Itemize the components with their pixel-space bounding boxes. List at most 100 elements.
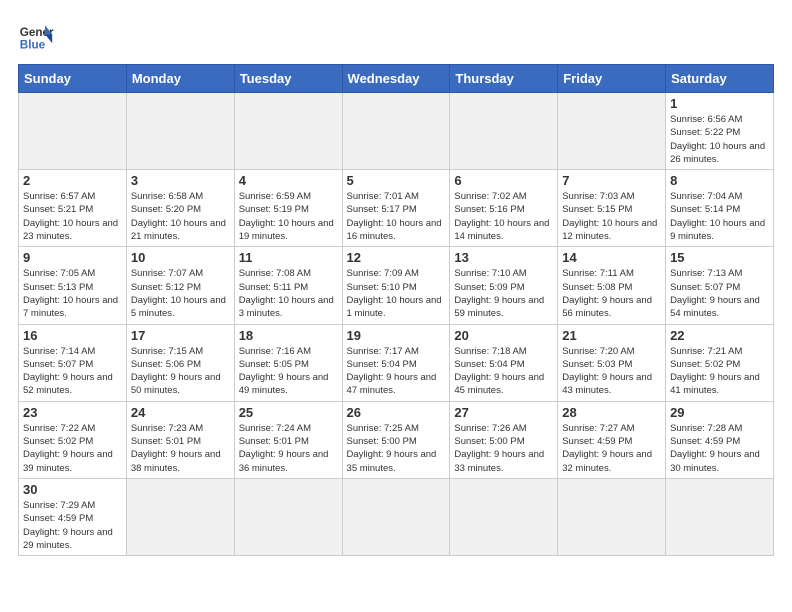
calendar-cell: 2Sunrise: 6:57 AM Sunset: 5:21 PM Daylig… [19, 170, 127, 247]
calendar-cell: 30 Sunrise: 7:29 AM Sunset: 4:59 PM Dayli… [19, 478, 127, 555]
day-number: 30 [23, 482, 122, 497]
day-info: Sunrise: 7:07 AM Sunset: 5:12 PM Dayligh… [131, 267, 230, 320]
calendar-cell: 8 Sunrise: 7:04 AM Sunset: 5:14 PM Daylig… [666, 170, 774, 247]
calendar-cell: 5 Sunrise: 7:01 AM Sunset: 5:17 PM Daylig… [342, 170, 450, 247]
day-info: Sunrise: 6:58 AM Sunset: 5:20 PM Dayligh… [131, 190, 230, 243]
calendar-cell: 3 Sunrise: 6:58 AM Sunset: 5:20 PM Daylig… [126, 170, 234, 247]
day-number: 4 [239, 173, 338, 188]
week-row-1: 1Sunrise: 6:56 AM Sunset: 5:22 PM Daylig… [19, 93, 774, 170]
day-number: 5 [347, 173, 446, 188]
page: General Blue SundayMondayTuesdayWednesda… [0, 0, 792, 612]
calendar-cell: 9 Sunrise: 7:05 AM Sunset: 5:13 PM Daylig… [19, 247, 127, 324]
calendar-cell: 16 Sunrise: 7:14 AM Sunset: 5:07 PM Dayli… [19, 324, 127, 401]
calendar-cell: 23Sunrise: 7:22 AM Sunset: 5:02 PM Dayli… [19, 401, 127, 478]
day-info: Sunrise: 7:25 AM Sunset: 5:00 PM Dayligh… [347, 422, 446, 475]
logo: General Blue [18, 18, 54, 54]
calendar-cell: 24Sunrise: 7:23 AM Sunset: 5:01 PM Dayli… [126, 401, 234, 478]
calendar-cell [19, 93, 127, 170]
day-number: 7 [562, 173, 661, 188]
calendar-cell: 27Sunrise: 7:26 AM Sunset: 5:00 PM Dayli… [450, 401, 558, 478]
day-info: Sunrise: 7:29 AM Sunset: 4:59 PM Dayligh… [23, 499, 122, 552]
day-number: 13 [454, 250, 553, 265]
day-number: 15 [670, 250, 769, 265]
calendar-cell: 28 Sunrise: 7:27 AM Sunset: 4:59 PM Dayli… [558, 401, 666, 478]
day-number: 10 [131, 250, 230, 265]
calendar-cell: 13 Sunrise: 7:10 AM Sunset: 5:09 PM Dayli… [450, 247, 558, 324]
day-info: Sunrise: 7:18 AM Sunset: 5:04 PM Dayligh… [454, 345, 553, 398]
calendar-cell [126, 93, 234, 170]
day-info: Sunrise: 7:02 AM Sunset: 5:16 PM Dayligh… [454, 190, 553, 243]
day-info: Sunrise: 7:21 AM Sunset: 5:02 PM Dayligh… [670, 345, 769, 398]
calendar-cell: 15Sunrise: 7:13 AM Sunset: 5:07 PM Dayli… [666, 247, 774, 324]
day-info: Sunrise: 7:17 AM Sunset: 5:04 PM Dayligh… [347, 345, 446, 398]
weekday-header-tuesday: Tuesday [234, 65, 342, 93]
calendar-cell [450, 478, 558, 555]
logo-icon: General Blue [18, 18, 54, 54]
day-info: Sunrise: 7:09 AM Sunset: 5:10 PM Dayligh… [347, 267, 446, 320]
weekday-header-monday: Monday [126, 65, 234, 93]
weekday-header-friday: Friday [558, 65, 666, 93]
day-info: Sunrise: 7:23 AM Sunset: 5:01 PM Dayligh… [131, 422, 230, 475]
svg-text:Blue: Blue [20, 39, 46, 52]
day-number: 12 [347, 250, 446, 265]
day-number: 16 [23, 328, 122, 343]
day-info: Sunrise: 7:11 AM Sunset: 5:08 PM Dayligh… [562, 267, 661, 320]
day-info: Sunrise: 7:14 AM Sunset: 5:07 PM Dayligh… [23, 345, 122, 398]
day-info: Sunrise: 7:26 AM Sunset: 5:00 PM Dayligh… [454, 422, 553, 475]
day-number: 29 [670, 405, 769, 420]
calendar-cell: 20Sunrise: 7:18 AM Sunset: 5:04 PM Dayli… [450, 324, 558, 401]
day-info: Sunrise: 7:27 AM Sunset: 4:59 PM Dayligh… [562, 422, 661, 475]
calendar-cell [558, 478, 666, 555]
day-info: Sunrise: 7:05 AM Sunset: 5:13 PM Dayligh… [23, 267, 122, 320]
day-number: 25 [239, 405, 338, 420]
weekday-header-sunday: Sunday [19, 65, 127, 93]
day-info: Sunrise: 7:03 AM Sunset: 5:15 PM Dayligh… [562, 190, 661, 243]
calendar-cell: 4 Sunrise: 6:59 AM Sunset: 5:19 PM Daylig… [234, 170, 342, 247]
calendar-cell: 29Sunrise: 7:28 AM Sunset: 4:59 PM Dayli… [666, 401, 774, 478]
day-number: 2 [23, 173, 122, 188]
day-number: 8 [670, 173, 769, 188]
day-number: 22 [670, 328, 769, 343]
calendar-cell: 14 Sunrise: 7:11 AM Sunset: 5:08 PM Dayli… [558, 247, 666, 324]
day-info: Sunrise: 6:59 AM Sunset: 5:19 PM Dayligh… [239, 190, 338, 243]
day-number: 6 [454, 173, 553, 188]
header: General Blue [18, 18, 774, 54]
day-number: 1 [670, 96, 769, 111]
day-info: Sunrise: 7:15 AM Sunset: 5:06 PM Dayligh… [131, 345, 230, 398]
calendar-table: SundayMondayTuesdayWednesdayThursdayFrid… [18, 64, 774, 556]
calendar-cell [234, 478, 342, 555]
day-number: 11 [239, 250, 338, 265]
week-row-3: 9 Sunrise: 7:05 AM Sunset: 5:13 PM Daylig… [19, 247, 774, 324]
day-info: Sunrise: 7:04 AM Sunset: 5:14 PM Dayligh… [670, 190, 769, 243]
day-number: 9 [23, 250, 122, 265]
day-info: Sunrise: 7:20 AM Sunset: 5:03 PM Dayligh… [562, 345, 661, 398]
day-number: 17 [131, 328, 230, 343]
calendar-cell: 21Sunrise: 7:20 AM Sunset: 5:03 PM Dayli… [558, 324, 666, 401]
calendar-cell: 11 Sunrise: 7:08 AM Sunset: 5:11 PM Dayli… [234, 247, 342, 324]
day-info: Sunrise: 7:01 AM Sunset: 5:17 PM Dayligh… [347, 190, 446, 243]
calendar-cell: 26 Sunrise: 7:25 AM Sunset: 5:00 PM Dayli… [342, 401, 450, 478]
calendar-cell [558, 93, 666, 170]
calendar-cell: 1Sunrise: 6:56 AM Sunset: 5:22 PM Daylig… [666, 93, 774, 170]
week-row-6: 30 Sunrise: 7:29 AM Sunset: 4:59 PM Dayli… [19, 478, 774, 555]
calendar-cell: 17 Sunrise: 7:15 AM Sunset: 5:06 PM Dayli… [126, 324, 234, 401]
day-number: 3 [131, 173, 230, 188]
calendar-cell: 10 Sunrise: 7:07 AM Sunset: 5:12 PM Dayli… [126, 247, 234, 324]
calendar-cell: 12 Sunrise: 7:09 AM Sunset: 5:10 PM Dayli… [342, 247, 450, 324]
calendar-cell [342, 93, 450, 170]
day-number: 23 [23, 405, 122, 420]
day-info: Sunrise: 7:24 AM Sunset: 5:01 PM Dayligh… [239, 422, 338, 475]
day-number: 19 [347, 328, 446, 343]
calendar-cell: 19 Sunrise: 7:17 AM Sunset: 5:04 PM Dayli… [342, 324, 450, 401]
day-info: Sunrise: 7:08 AM Sunset: 5:11 PM Dayligh… [239, 267, 338, 320]
weekday-header-row: SundayMondayTuesdayWednesdayThursdayFrid… [19, 65, 774, 93]
weekday-header-thursday: Thursday [450, 65, 558, 93]
day-info: Sunrise: 7:10 AM Sunset: 5:09 PM Dayligh… [454, 267, 553, 320]
week-row-2: 2Sunrise: 6:57 AM Sunset: 5:21 PM Daylig… [19, 170, 774, 247]
day-number: 26 [347, 405, 446, 420]
week-row-5: 23Sunrise: 7:22 AM Sunset: 5:02 PM Dayli… [19, 401, 774, 478]
day-number: 28 [562, 405, 661, 420]
calendar-cell: 18Sunrise: 7:16 AM Sunset: 5:05 PM Dayli… [234, 324, 342, 401]
calendar-cell: 7 Sunrise: 7:03 AM Sunset: 5:15 PM Daylig… [558, 170, 666, 247]
day-number: 14 [562, 250, 661, 265]
